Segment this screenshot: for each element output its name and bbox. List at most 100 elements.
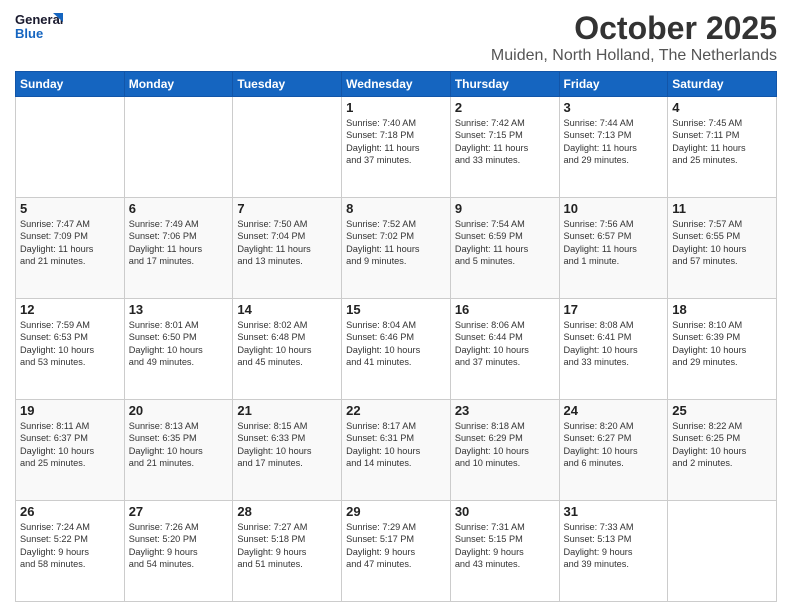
day-info: Sunrise: 8:17 AM Sunset: 6:31 PM Dayligh… <box>346 420 446 470</box>
day-number: 5 <box>20 201 120 216</box>
day-number: 21 <box>237 403 337 418</box>
calendar-cell-w1d7: 4 Sunrise: 7:45 AM Sunset: 7:11 PM Daylig… <box>668 97 777 198</box>
col-sunday: Sunday <box>16 72 125 97</box>
calendar-cell-w2d5: 9 Sunrise: 7:54 AM Sunset: 6:59 PM Daylig… <box>450 198 559 299</box>
calendar-cell-w3d6: 17 Sunrise: 8:08 AM Sunset: 6:41 PM Dayli… <box>559 299 668 400</box>
day-number: 18 <box>672 302 772 317</box>
day-number: 12 <box>20 302 120 317</box>
calendar-table: Sunday Monday Tuesday Wednesday Thursday… <box>15 71 777 602</box>
calendar-cell-w5d2: 27 Sunrise: 7:26 AM Sunset: 5:20 PM Dayli… <box>124 501 233 602</box>
subtitle: Muiden, North Holland, The Netherlands <box>491 47 777 65</box>
day-info: Sunrise: 7:47 AM Sunset: 7:09 PM Dayligh… <box>20 218 120 268</box>
calendar-cell-w5d5: 30Sunrise: 7:31 AM Sunset: 5:15 PM Dayli… <box>450 501 559 602</box>
week-row-5: 26Sunrise: 7:24 AM Sunset: 5:22 PM Dayli… <box>16 501 777 602</box>
day-info: Sunrise: 7:26 AM Sunset: 5:20 PM Dayligh… <box>129 521 229 571</box>
calendar-cell-w4d3: 21 Sunrise: 8:15 AM Sunset: 6:33 PM Dayli… <box>233 400 342 501</box>
calendar-cell-w4d6: 24 Sunrise: 8:20 AM Sunset: 6:27 PM Dayli… <box>559 400 668 501</box>
day-info: Sunrise: 8:01 AM Sunset: 6:50 PM Dayligh… <box>129 319 229 369</box>
day-number: 16 <box>455 302 555 317</box>
day-number: 4 <box>672 100 772 115</box>
day-number: 28 <box>237 504 337 519</box>
day-number: 29 <box>346 504 446 519</box>
calendar-cell-w4d7: 25 Sunrise: 8:22 AM Sunset: 6:25 PM Dayli… <box>668 400 777 501</box>
day-info: Sunrise: 7:54 AM Sunset: 6:59 PM Dayligh… <box>455 218 555 268</box>
day-number: 2 <box>455 100 555 115</box>
col-friday: Friday <box>559 72 668 97</box>
calendar-cell-w5d6: 31 Sunrise: 7:33 AM Sunset: 5:13 PM Dayli… <box>559 501 668 602</box>
calendar-body: 1 Sunrise: 7:40 AM Sunset: 7:18 PM Daylig… <box>16 97 777 602</box>
calendar-cell-w3d2: 13 Sunrise: 8:01 AM Sunset: 6:50 PM Dayli… <box>124 299 233 400</box>
day-info: Sunrise: 8:20 AM Sunset: 6:27 PM Dayligh… <box>564 420 664 470</box>
day-number: 22 <box>346 403 446 418</box>
day-info: Sunrise: 7:57 AM Sunset: 6:55 PM Dayligh… <box>672 218 772 268</box>
calendar-cell-w1d3 <box>233 97 342 198</box>
calendar-cell-w5d7 <box>668 501 777 602</box>
day-info: Sunrise: 7:49 AM Sunset: 7:06 PM Dayligh… <box>129 218 229 268</box>
day-number: 6 <box>129 201 229 216</box>
calendar-cell-w4d5: 23Sunrise: 8:18 AM Sunset: 6:29 PM Dayli… <box>450 400 559 501</box>
week-row-3: 12 Sunrise: 7:59 AM Sunset: 6:53 PM Dayli… <box>16 299 777 400</box>
day-number: 17 <box>564 302 664 317</box>
calendar-cell-w3d3: 14Sunrise: 8:02 AM Sunset: 6:48 PM Dayli… <box>233 299 342 400</box>
day-number: 11 <box>672 201 772 216</box>
day-info: Sunrise: 7:52 AM Sunset: 7:02 PM Dayligh… <box>346 218 446 268</box>
calendar-cell-w3d7: 18 Sunrise: 8:10 AM Sunset: 6:39 PM Dayli… <box>668 299 777 400</box>
day-info: Sunrise: 7:29 AM Sunset: 5:17 PM Dayligh… <box>346 521 446 571</box>
day-info: Sunrise: 7:40 AM Sunset: 7:18 PM Dayligh… <box>346 117 446 167</box>
day-number: 31 <box>564 504 664 519</box>
logo-svg: GeneralBlue <box>15 10 70 45</box>
day-number: 25 <box>672 403 772 418</box>
calendar-cell-w2d4: 8Sunrise: 7:52 AM Sunset: 7:02 PM Daylig… <box>342 198 451 299</box>
day-number: 13 <box>129 302 229 317</box>
day-number: 26 <box>20 504 120 519</box>
col-monday: Monday <box>124 72 233 97</box>
day-number: 9 <box>455 201 555 216</box>
day-info: Sunrise: 8:10 AM Sunset: 6:39 PM Dayligh… <box>672 319 772 369</box>
calendar-cell-w4d2: 20Sunrise: 8:13 AM Sunset: 6:35 PM Dayli… <box>124 400 233 501</box>
day-info: Sunrise: 7:56 AM Sunset: 6:57 PM Dayligh… <box>564 218 664 268</box>
day-number: 19 <box>20 403 120 418</box>
day-info: Sunrise: 7:59 AM Sunset: 6:53 PM Dayligh… <box>20 319 120 369</box>
calendar-cell-w5d1: 26Sunrise: 7:24 AM Sunset: 5:22 PM Dayli… <box>16 501 125 602</box>
calendar-cell-w3d4: 15Sunrise: 8:04 AM Sunset: 6:46 PM Dayli… <box>342 299 451 400</box>
title-block: October 2025 Muiden, North Holland, The … <box>491 10 777 65</box>
calendar-cell-w1d1 <box>16 97 125 198</box>
day-info: Sunrise: 8:04 AM Sunset: 6:46 PM Dayligh… <box>346 319 446 369</box>
week-row-2: 5 Sunrise: 7:47 AM Sunset: 7:09 PM Daylig… <box>16 198 777 299</box>
calendar-header-row: Sunday Monday Tuesday Wednesday Thursday… <box>16 72 777 97</box>
day-info: Sunrise: 8:18 AM Sunset: 6:29 PM Dayligh… <box>455 420 555 470</box>
svg-text:Blue: Blue <box>15 26 43 41</box>
day-number: 1 <box>346 100 446 115</box>
day-number: 24 <box>564 403 664 418</box>
day-info: Sunrise: 8:08 AM Sunset: 6:41 PM Dayligh… <box>564 319 664 369</box>
day-info: Sunrise: 8:06 AM Sunset: 6:44 PM Dayligh… <box>455 319 555 369</box>
day-number: 27 <box>129 504 229 519</box>
day-info: Sunrise: 8:15 AM Sunset: 6:33 PM Dayligh… <box>237 420 337 470</box>
day-number: 30 <box>455 504 555 519</box>
col-wednesday: Wednesday <box>342 72 451 97</box>
calendar-cell-w4d1: 19 Sunrise: 8:11 AM Sunset: 6:37 PM Dayli… <box>16 400 125 501</box>
header: GeneralBlue October 2025 Muiden, North H… <box>15 10 777 65</box>
day-info: Sunrise: 8:11 AM Sunset: 6:37 PM Dayligh… <box>20 420 120 470</box>
calendar-cell-w1d4: 1 Sunrise: 7:40 AM Sunset: 7:18 PM Daylig… <box>342 97 451 198</box>
logo: GeneralBlue <box>15 10 70 45</box>
col-thursday: Thursday <box>450 72 559 97</box>
calendar-cell-w1d5: 2Sunrise: 7:42 AM Sunset: 7:15 PM Daylig… <box>450 97 559 198</box>
day-info: Sunrise: 7:50 AM Sunset: 7:04 PM Dayligh… <box>237 218 337 268</box>
calendar-cell-w2d2: 6 Sunrise: 7:49 AM Sunset: 7:06 PM Daylig… <box>124 198 233 299</box>
day-info: Sunrise: 8:22 AM Sunset: 6:25 PM Dayligh… <box>672 420 772 470</box>
calendar-cell-w1d2 <box>124 97 233 198</box>
day-number: 10 <box>564 201 664 216</box>
day-info: Sunrise: 7:45 AM Sunset: 7:11 PM Dayligh… <box>672 117 772 167</box>
calendar-cell-w3d5: 16 Sunrise: 8:06 AM Sunset: 6:44 PM Dayli… <box>450 299 559 400</box>
calendar-cell-w5d4: 29 Sunrise: 7:29 AM Sunset: 5:17 PM Dayli… <box>342 501 451 602</box>
calendar-cell-w2d3: 7Sunrise: 7:50 AM Sunset: 7:04 PM Daylig… <box>233 198 342 299</box>
day-info: Sunrise: 7:33 AM Sunset: 5:13 PM Dayligh… <box>564 521 664 571</box>
calendar-cell-w5d3: 28 Sunrise: 7:27 AM Sunset: 5:18 PM Dayli… <box>233 501 342 602</box>
page: GeneralBlue October 2025 Muiden, North H… <box>0 0 792 612</box>
day-info: Sunrise: 8:13 AM Sunset: 6:35 PM Dayligh… <box>129 420 229 470</box>
calendar-cell-w1d6: 3Sunrise: 7:44 AM Sunset: 7:13 PM Daylig… <box>559 97 668 198</box>
week-row-4: 19 Sunrise: 8:11 AM Sunset: 6:37 PM Dayli… <box>16 400 777 501</box>
day-info: Sunrise: 7:27 AM Sunset: 5:18 PM Dayligh… <box>237 521 337 571</box>
calendar-cell-w2d7: 11 Sunrise: 7:57 AM Sunset: 6:55 PM Dayli… <box>668 198 777 299</box>
